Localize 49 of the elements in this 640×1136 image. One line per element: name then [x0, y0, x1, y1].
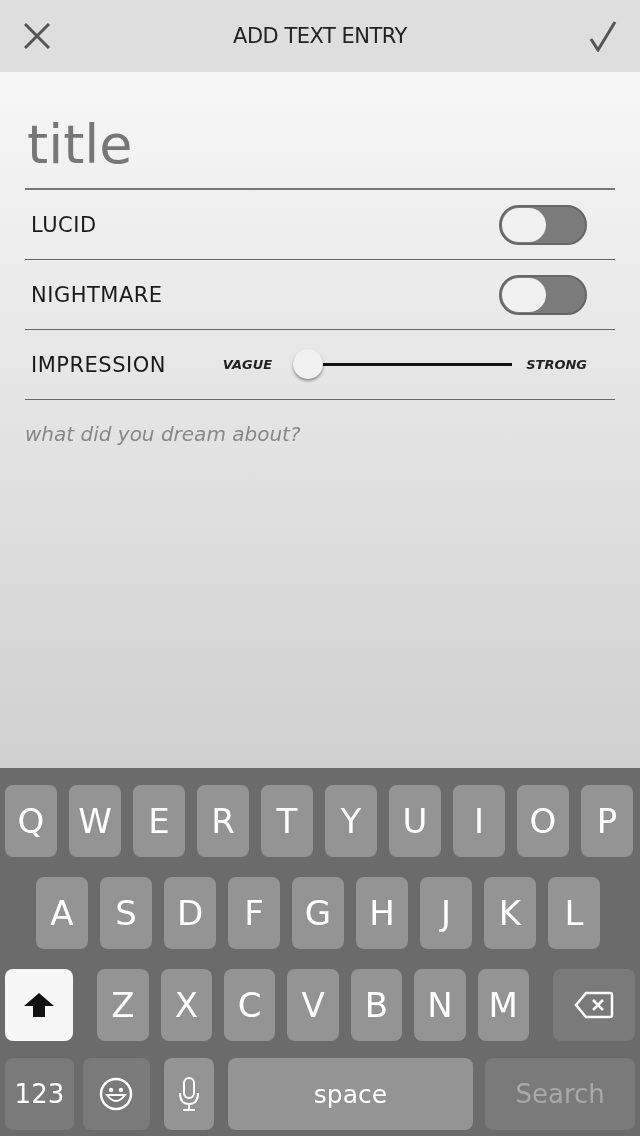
checkmark-icon — [589, 20, 617, 52]
toggle-switch[interactable] — [499, 204, 587, 245]
letter-key[interactable]: Z — [97, 969, 149, 1041]
toggle-label: NIGHTMARE — [31, 282, 163, 307]
slider-max-label: STRONG — [526, 357, 587, 372]
toggle-switch[interactable] — [499, 274, 587, 315]
dream-text-field[interactable]: what did you dream about? — [25, 422, 615, 446]
toggle-label: LUCID — [31, 212, 97, 237]
letter-key[interactable]: E — [133, 785, 185, 857]
slider-thumb[interactable] — [292, 348, 323, 379]
letter-key[interactable]: V — [287, 969, 339, 1041]
letter-key[interactable]: J — [420, 877, 472, 949]
shift-arrow-icon — [23, 992, 56, 1018]
microphone-icon — [177, 1077, 200, 1111]
letter-key[interactable]: R — [197, 785, 249, 857]
letter-key[interactable]: G — [292, 877, 344, 949]
letter-key[interactable]: O — [517, 785, 569, 857]
emoji-key[interactable] — [82, 1058, 150, 1130]
smiley-icon — [99, 1077, 134, 1111]
letter-key[interactable]: K — [484, 877, 536, 949]
shift-key[interactable] — [5, 969, 74, 1041]
backspace-icon — [573, 991, 614, 1019]
letter-key[interactable]: L — [548, 877, 600, 949]
letter-key[interactable]: Q — [5, 785, 57, 857]
letter-key[interactable]: N — [414, 969, 466, 1041]
impression-label: IMPRESSION — [31, 352, 166, 377]
letter-key[interactable]: D — [164, 877, 216, 949]
space-key[interactable]: space — [227, 1058, 474, 1130]
letter-key[interactable]: P — [581, 785, 633, 857]
letter-key[interactable]: Y — [325, 785, 377, 857]
letter-key[interactable]: C — [224, 969, 276, 1041]
letter-key[interactable]: U — [389, 785, 441, 857]
letter-key[interactable]: W — [69, 785, 121, 857]
numbers-key[interactable]: 123 — [5, 1058, 74, 1130]
microphone-key[interactable] — [163, 1058, 214, 1130]
letter-key[interactable]: S — [100, 877, 152, 949]
screen-title: ADD TEXT ENTRY — [233, 24, 407, 48]
letter-key[interactable]: B — [350, 969, 403, 1041]
letter-key[interactable]: A — [36, 877, 88, 949]
letter-key[interactable]: H — [356, 877, 408, 949]
letter-key[interactable]: I — [453, 785, 505, 857]
letter-key[interactable]: M — [477, 969, 529, 1041]
title-field[interactable]: title — [25, 72, 615, 190]
letter-key[interactable]: F — [228, 877, 280, 949]
slider-min-label: VAGUE — [222, 357, 273, 372]
delete-key[interactable] — [552, 969, 635, 1041]
letter-key[interactable]: T — [261, 785, 313, 857]
close-icon — [24, 23, 50, 49]
letter-key[interactable]: X — [160, 969, 212, 1041]
